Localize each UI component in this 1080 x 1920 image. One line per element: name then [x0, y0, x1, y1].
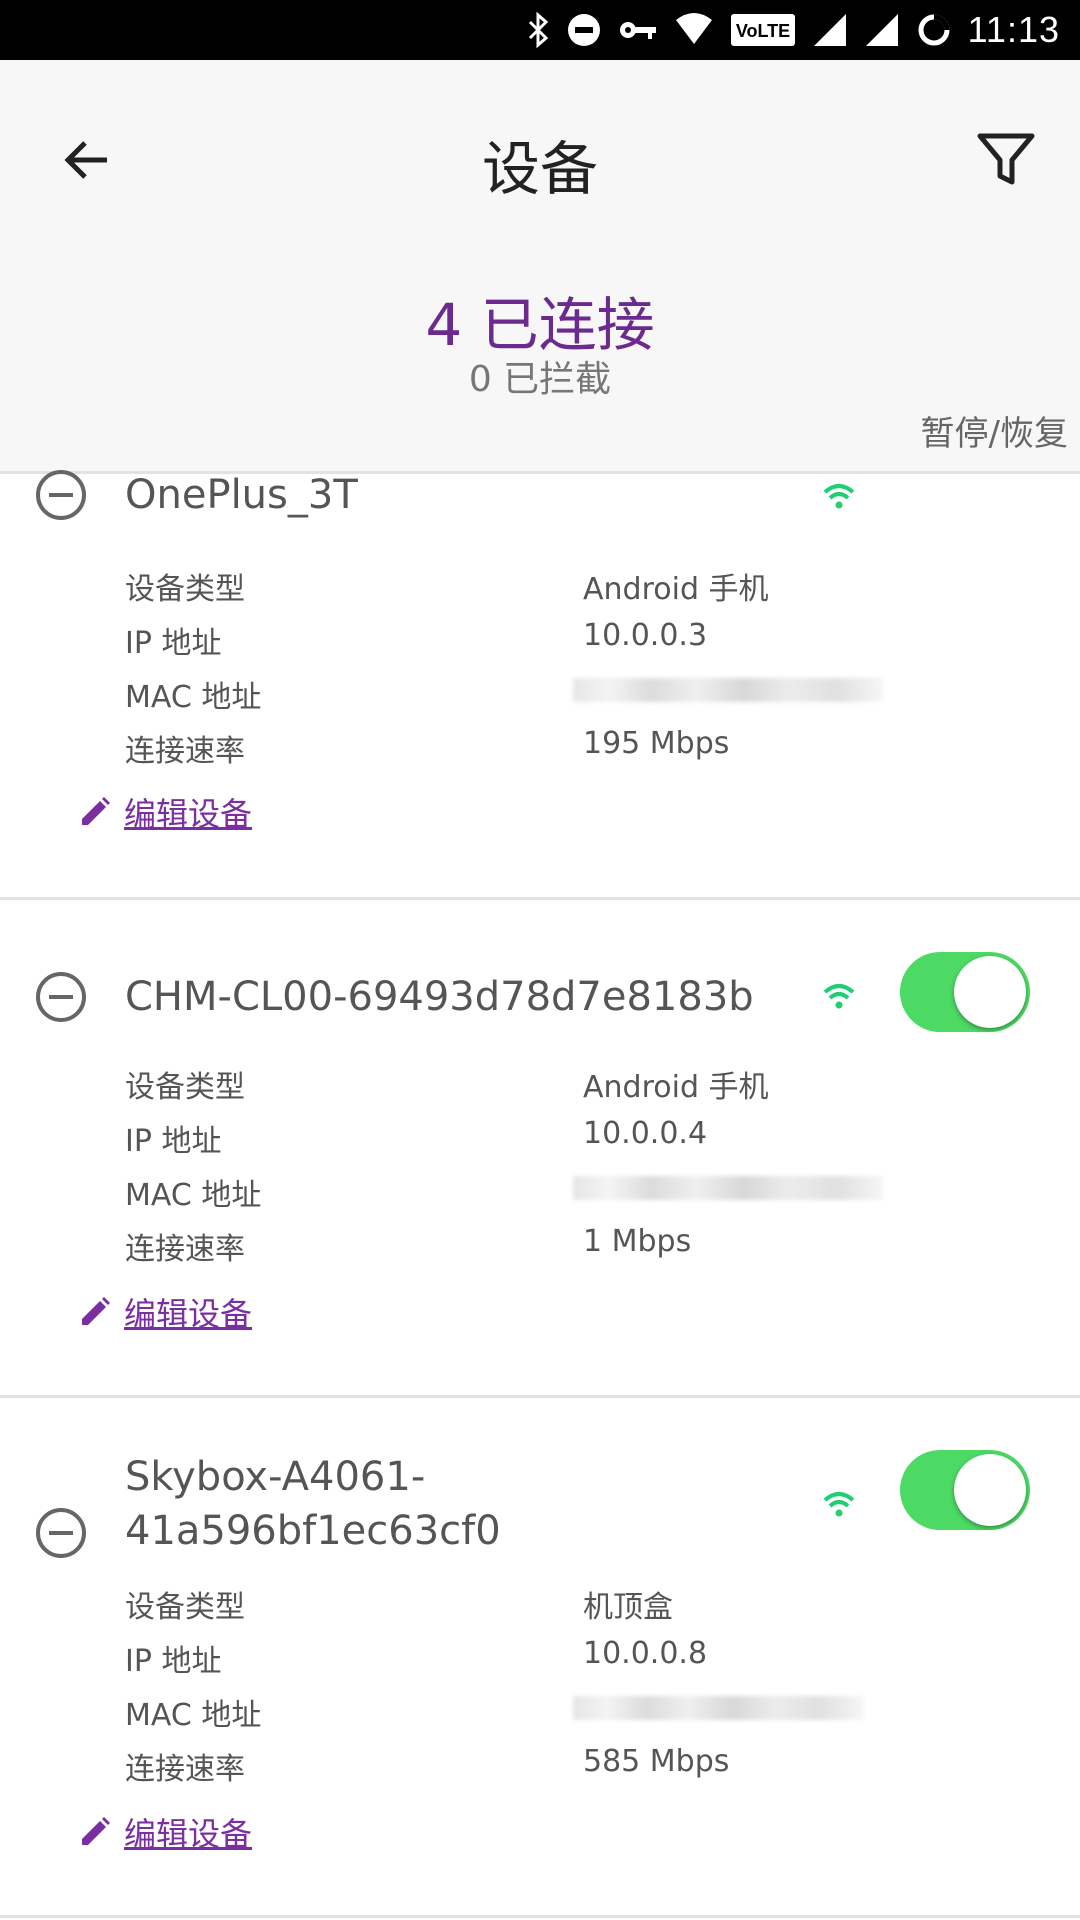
device-type-row: 设备类型 Android 手机 — [125, 1062, 1025, 1112]
device-name-line-2: 41a596bf1ec63cf0 — [125, 1508, 501, 1554]
pause-resume-button[interactable]: 暂停/恢复 — [921, 406, 1068, 455]
edit-device-label: 编辑设备 — [124, 1295, 253, 1333]
ip-row: IP 地址 10.0.0.3 — [125, 618, 1025, 668]
remove-circle-icon[interactable] — [34, 1506, 88, 1560]
device-type-label: 设备类型 — [125, 1590, 245, 1625]
wifi-icon — [823, 1492, 855, 1517]
device-name-line-1: Skybox-A4061- — [125, 1454, 426, 1500]
edit-device-link[interactable]: 编辑设备 — [78, 788, 252, 836]
volte-label: VoLTE — [735, 21, 789, 41]
clock: 11:13 — [967, 9, 1060, 50]
edit-device-link[interactable]: 编辑设备 — [78, 1808, 252, 1856]
ip-value: 10.0.0.8 — [583, 1636, 708, 1671]
speed-value: 585 Mbps — [583, 1744, 730, 1779]
ip-label: IP 地址 — [125, 1124, 222, 1159]
device-card: OnePlus_3T 设备类型 Android 手机 IP 地址 10.0.0.… — [0, 470, 1080, 900]
mac-value-redacted — [573, 1696, 863, 1720]
pencil-icon — [82, 1297, 110, 1325]
mac-value-redacted — [573, 1176, 883, 1200]
device-card: Skybox-A4061- 41a596bf1ec63cf0 设备类型 机顶盒 … — [0, 1398, 1080, 1918]
device-type-value: Android 手机 — [583, 1070, 769, 1105]
bluetooth-icon — [526, 12, 550, 48]
ip-value: 10.0.0.4 — [583, 1116, 708, 1151]
device-name: OnePlus_3T — [125, 472, 358, 518]
speed-row: 连接速率 1 Mbps — [125, 1224, 1025, 1274]
speed-row: 连接速率 195 Mbps — [125, 726, 1025, 776]
filter-button[interactable] — [972, 126, 1040, 194]
device-type-value: 机顶盒 — [583, 1590, 673, 1625]
allow-toggle[interactable] — [900, 952, 1030, 1032]
wifi-signal-icon — [674, 12, 714, 48]
ip-label: IP 地址 — [125, 1644, 222, 1679]
speed-value: 195 Mbps — [583, 726, 730, 761]
blocked-count: 0 已拦截 — [468, 359, 612, 400]
battery-icon — [916, 12, 952, 48]
speed-row: 连接速率 585 Mbps — [125, 1744, 1025, 1794]
page-title: 设备 — [481, 135, 598, 203]
speed-label: 连接速率 — [125, 1752, 245, 1787]
do-not-disturb-icon — [566, 12, 602, 48]
ip-row: IP 地址 10.0.0.4 — [125, 1116, 1025, 1166]
remove-circle-icon[interactable] — [34, 970, 88, 1024]
pencil-icon — [82, 797, 110, 825]
ip-value: 10.0.0.3 — [583, 618, 708, 653]
device-type-label: 设备类型 — [125, 572, 245, 607]
edit-device-label: 编辑设备 — [124, 1815, 253, 1853]
mac-label: MAC 地址 — [125, 1178, 262, 1213]
speed-label: 连接速率 — [125, 1232, 245, 1267]
mac-label: MAC 地址 — [125, 1698, 262, 1733]
ip-label: IP 地址 — [125, 626, 222, 661]
cell-signal-2-icon — [864, 12, 900, 48]
device-name: CHM-CL00-69493d78d7e8183b — [125, 974, 754, 1020]
remove-circle-icon[interactable] — [34, 468, 88, 522]
cell-signal-icon — [812, 12, 848, 48]
vpn-key-icon — [618, 12, 658, 48]
mac-row: MAC 地址 — [125, 1170, 1025, 1220]
device-type-label: 设备类型 — [125, 1070, 245, 1105]
mac-row: MAC 地址 — [125, 1690, 1025, 1740]
app-header: 设备 4 已连接 0 已拦截 暂停/恢复 — [0, 60, 1080, 474]
toggle-knob — [954, 956, 1026, 1028]
status-bar: VoLTE 11:13 — [0, 0, 1080, 60]
volte-badge: VoLTE — [730, 12, 796, 48]
pencil-icon — [82, 1817, 110, 1845]
device-card: CHM-CL00-69493d78d7e8183b 设备类型 Android 手… — [0, 900, 1080, 1398]
wifi-icon — [823, 484, 855, 509]
device-type-value: Android 手机 — [583, 572, 769, 607]
filter-icon — [977, 133, 1035, 185]
device-type-row: 设备类型 Android 手机 — [125, 564, 1025, 614]
ip-row: IP 地址 10.0.0.8 — [125, 1636, 1025, 1686]
edit-device-label: 编辑设备 — [124, 795, 253, 833]
edit-device-link[interactable]: 编辑设备 — [78, 1288, 252, 1336]
device-type-row: 设备类型 机顶盒 — [125, 1582, 1025, 1632]
speed-value: 1 Mbps — [583, 1224, 692, 1259]
speed-label: 连接速率 — [125, 734, 245, 769]
allow-toggle[interactable] — [900, 1450, 1030, 1530]
wifi-icon — [823, 984, 855, 1009]
mac-value-redacted — [573, 678, 883, 702]
toggle-knob — [954, 1454, 1026, 1526]
mac-row: MAC 地址 — [125, 672, 1025, 722]
mac-label: MAC 地址 — [125, 680, 262, 715]
